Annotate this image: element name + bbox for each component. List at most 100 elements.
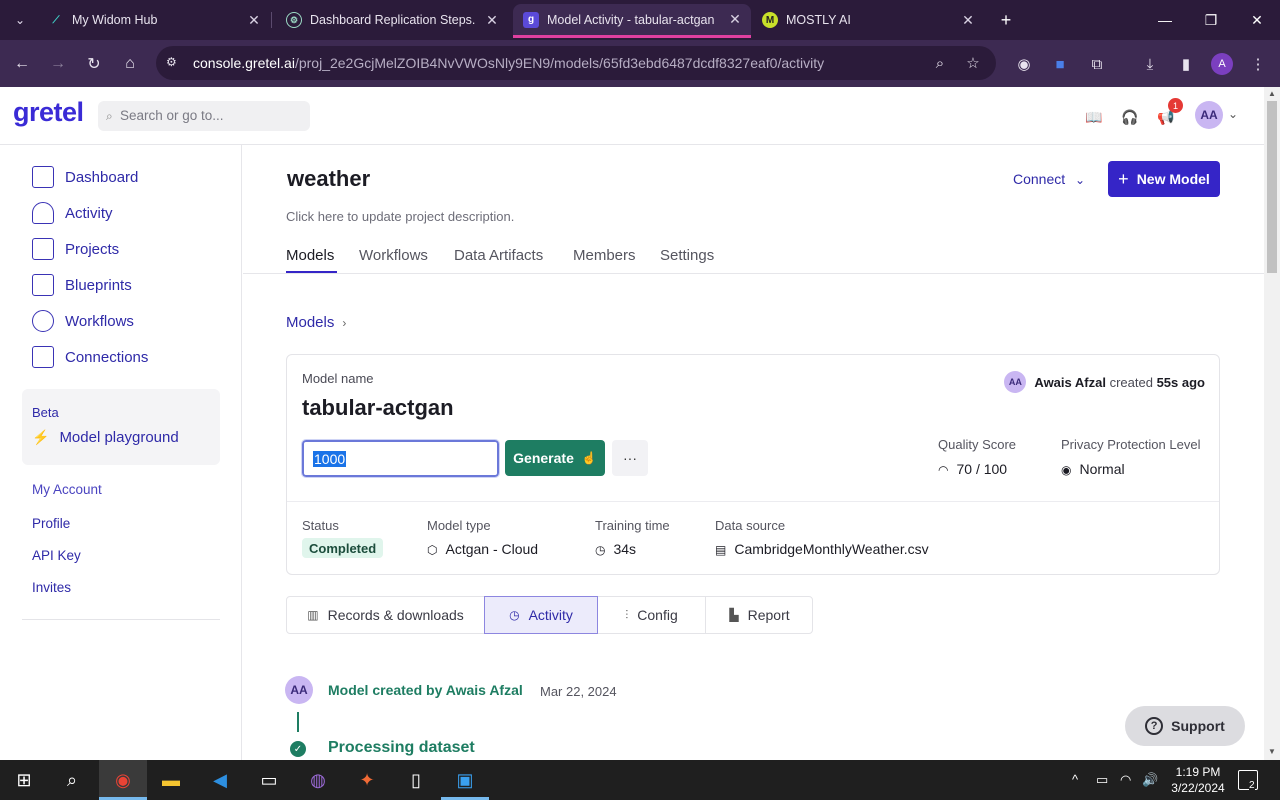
file-icon: ▤ [715,543,727,557]
extension-shield-icon[interactable]: ■ [1048,52,1072,76]
download-icon[interactable]: ⤓ [1138,52,1162,76]
url-text[interactable]: console.gretel.ai/proj_2e2GcjMelZOIB4NvV… [193,55,824,71]
taskbar-clock[interactable]: 1:19 PM 3/22/2024 [1162,764,1234,796]
browser-menu-icon[interactable]: ⋮ [1246,52,1270,76]
tab-members[interactable]: Members [573,247,636,264]
bookmark-star-icon[interactable]: ☆ [961,51,985,75]
training-time-value: ◷ 34s [595,541,637,557]
scroll-down-icon[interactable]: ▼ [1268,747,1276,756]
close-tab-icon[interactable]: ✕ [244,12,264,29]
main-content: weather Click here to update project des… [243,145,1264,760]
close-tab-icon[interactable]: ✕ [482,12,502,29]
side-panel-icon[interactable]: ▮ [1174,52,1198,76]
page-scrollbar[interactable]: ▲ ▼ [1264,87,1280,760]
file-explorer-icon[interactable]: ▬ [147,760,195,800]
close-tab-icon[interactable]: ✕ [725,11,745,28]
scroll-up-icon[interactable]: ▲ [1268,89,1276,98]
tab-workflows[interactable]: Workflows [359,247,428,264]
sidebar-item-dashboard[interactable]: Dashboard [32,165,138,189]
address-bar[interactable]: ⚙ console.gretel.ai/proj_2e2GcjMelZOIB4N… [156,46,996,80]
browser-tab-dashboard-steps[interactable]: ⚙ Dashboard Replication Steps. ✕ [276,4,508,36]
data-source-label: Data source [715,518,786,533]
profile-link[interactable]: Profile [32,516,70,531]
browser-tab-widom[interactable]: ⟋ My Widom Hub ✕ [38,4,270,36]
check-circle-icon: ✓ [290,741,306,757]
tab-settings[interactable]: Settings [660,247,714,264]
minimize-icon[interactable]: — [1142,0,1188,40]
windows-start-icon[interactable]: ⊞ [0,760,48,800]
activity-created-date: Mar 22, 2024 [540,684,617,699]
notepad-icon[interactable]: ▯ [392,760,440,800]
folder-icon [32,238,54,260]
wifi-icon[interactable]: ◠ [1120,772,1131,788]
notification-center-icon[interactable] [1238,770,1258,790]
extension-spy-icon[interactable]: ◉ [1012,52,1036,76]
browser-toolbar: ← → ↻ ⌂ ⚙ console.gretel.ai/proj_2e2GcjM… [0,40,1280,87]
search-icon[interactable]: ⌕ [48,760,96,800]
generate-button[interactable]: Generate ☝ [505,440,605,476]
breadcrumb[interactable]: Models › [286,314,346,331]
vscode-icon[interactable]: ◀ [196,760,244,800]
chevron-down-icon[interactable]: ⌄ [1228,107,1238,121]
terminal-icon[interactable]: ▭ [245,760,293,800]
github-desktop-icon[interactable]: ◍ [294,760,342,800]
global-search-input[interactable]: ⌕ Search or go to... [98,101,310,131]
browser-tab-model-activity[interactable]: g Model Activity - tabular-actgan ✕ [513,4,751,38]
chevron-up-icon[interactable]: ^ [1072,772,1078,787]
more-options-button[interactable]: ··· [612,440,648,476]
new-tab-button[interactable]: + [994,8,1018,32]
tabs-divider [243,273,1264,274]
git-icon[interactable]: ✦ [343,760,391,800]
browser-profile-avatar[interactable]: A [1211,53,1233,75]
sidebar-item-workflows[interactable]: Workflows [32,309,134,333]
sidebar-item-blueprints[interactable]: Blueprints [32,273,132,297]
tab-data-artifacts[interactable]: Data Artifacts [454,247,543,264]
volume-icon[interactable]: 🔊 [1142,772,1158,788]
scrollbar-thumb[interactable] [1267,101,1277,273]
subtab-activity[interactable]: ◷ Activity [484,596,598,634]
data-source-value[interactable]: ▤ CambridgeMonthlyWeather.csv [715,541,929,557]
close-tab-icon[interactable]: ✕ [958,12,978,29]
sidebar-item-activity[interactable]: Activity [32,201,113,225]
restore-icon[interactable]: ❐ [1188,0,1234,40]
gretel-logo[interactable]: gretel [13,97,84,128]
tab-search-chevron-icon[interactable]: ⌄ [8,8,32,32]
user-avatar[interactable]: AA [1195,101,1223,129]
tab-separator [271,12,272,28]
connect-dropdown[interactable]: Connect ⌄ [1013,171,1085,187]
model-creator: AA Awais Afzal created 55s ago [1004,371,1205,393]
subtab-records-downloads[interactable]: ▥ Records & downloads [287,597,485,633]
gretel-icon: g [523,11,539,28]
new-model-button[interactable]: + New Model [1108,161,1220,197]
creator-avatar: AA [1004,371,1027,393]
subtab-report[interactable]: ▙ Report [706,597,813,633]
card-divider [287,501,1219,502]
docs-book-icon[interactable]: 📖 [1084,107,1104,127]
battery-icon[interactable]: ▭ [1096,772,1108,788]
reload-icon[interactable]: ↻ [82,52,106,76]
zoom-search-icon[interactable]: ⌕ [928,51,952,75]
sidebar-item-model-playground[interactable]: ⚡ Model playground [32,429,179,446]
record-count-input[interactable]: 1000 [301,439,500,478]
support-button[interactable]: ? Support [1125,706,1245,746]
invites-link[interactable]: Invites [32,580,71,595]
activity-avatar: AA [285,676,313,704]
headset-icon[interactable]: 🎧 [1120,107,1140,127]
project-title[interactable]: weather [287,166,370,192]
photos-icon[interactable]: ▣ [441,760,489,800]
subtab-config[interactable]: ⫶ Config [598,597,706,633]
project-description[interactable]: Click here to update project description… [286,209,514,224]
site-settings-icon[interactable]: ⚙ [166,55,182,71]
close-window-icon[interactable]: ✕ [1234,0,1280,40]
sidebar-divider [22,619,220,620]
browser-tab-mostly-ai[interactable]: M MOSTLY AI ✕ [752,4,984,36]
sidebar-item-connections[interactable]: Connections [32,345,148,369]
extensions-puzzle-icon[interactable]: ⧉ [1085,52,1109,76]
sidebar-item-projects[interactable]: Projects [32,237,119,261]
tab-models[interactable]: Models [286,247,334,264]
chrome-icon[interactable]: ◉ [99,760,147,800]
back-icon[interactable]: ← [10,52,34,76]
api-key-link[interactable]: API Key [32,548,81,563]
home-icon[interactable]: ⌂ [118,52,142,76]
forward-icon[interactable]: → [46,52,70,76]
